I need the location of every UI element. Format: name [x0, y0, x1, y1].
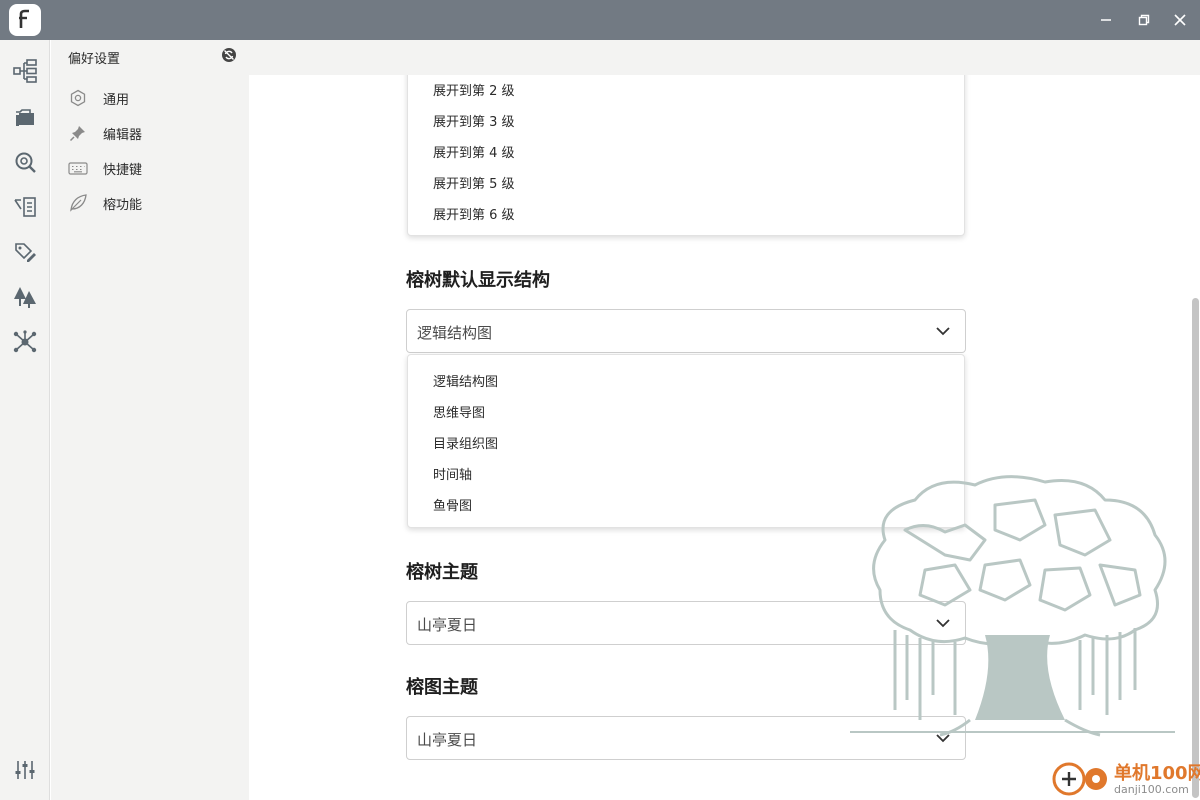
sync-icon: [222, 48, 236, 62]
expand-option[interactable]: 展开到第 6 级: [433, 204, 515, 223]
tree-theme-title: 榕树主题: [406, 562, 478, 583]
outline-tree-icon: [13, 59, 37, 83]
restore-icon: [1138, 14, 1150, 26]
watermark-url: danji100.com: [1114, 783, 1189, 796]
structure-option[interactable]: 鱼骨图: [433, 495, 472, 514]
minimize-button[interactable]: [1094, 8, 1118, 32]
search-refresh-icon: [15, 152, 36, 173]
select-value: 逻辑结构图: [417, 324, 493, 342]
forest-button[interactable]: [10, 282, 40, 312]
expand-option[interactable]: 展开到第 4 级: [433, 142, 515, 161]
expand-level-dropdown: 展开到第 2 级 展开到第 3 级 展开到第 4 级 展开到第 5 级 展开到第…: [407, 75, 965, 236]
watermark-logo-icon: [1052, 762, 1107, 796]
sliders-icon: [15, 761, 35, 779]
search-refresh-button[interactable]: [10, 147, 40, 177]
settings-content: 展开到第 2 级 展开到第 3 级 展开到第 4 级 展开到第 5 级 展开到第…: [249, 75, 1200, 800]
icon-rail: [0, 40, 50, 800]
default-structure-title: 榕树默认显示结构: [406, 270, 550, 291]
folders-icon: [16, 109, 34, 126]
default-structure-dropdown: 逻辑结构图 思维导图 目录组织图 时间轴 鱼骨图: [407, 354, 965, 528]
sliders-button[interactable]: [10, 755, 40, 785]
nav-item-editor[interactable]: 编辑器: [61, 118, 241, 148]
site-watermark: 单机100网 danji100.com: [1050, 757, 1200, 800]
graph-theme-title: 榕图主题: [406, 677, 478, 698]
doc-export-icon: [14, 197, 36, 217]
restore-button[interactable]: [1132, 8, 1156, 32]
doc-export-button[interactable]: [10, 192, 40, 222]
nav-item-rong-features[interactable]: 榕功能: [61, 188, 241, 218]
title-bar: [0, 0, 1200, 40]
scrollbar-thumb[interactable]: [1192, 298, 1199, 798]
sync-settings-button[interactable]: [220, 46, 238, 64]
app-logo: [9, 4, 41, 36]
chevron-down-icon: [936, 619, 950, 628]
nav-item-general[interactable]: 通用: [61, 83, 241, 113]
expand-option[interactable]: 展开到第 5 级: [433, 173, 515, 192]
structure-option[interactable]: 目录组织图: [433, 433, 498, 452]
select-value: 山亭夏日: [417, 616, 478, 634]
nav-item-label: 快捷键: [103, 162, 143, 178]
outline-tree-button[interactable]: [10, 56, 40, 86]
nav-item-label: 编辑器: [103, 127, 143, 143]
minimize-icon: [1101, 19, 1111, 21]
expand-option[interactable]: 展开到第 2 级: [433, 80, 515, 99]
app-logo-icon: [19, 9, 29, 28]
nav-item-shortcuts[interactable]: 快捷键: [61, 153, 241, 183]
nav-item-label: 榕功能: [103, 197, 143, 213]
chevron-down-icon: [936, 327, 950, 336]
select-value: 山亭夏日: [417, 731, 478, 749]
expand-option[interactable]: 展开到第 3 级: [433, 111, 515, 130]
content-header: [249, 40, 1200, 75]
leaf-icon: [67, 192, 89, 214]
structure-option[interactable]: 思维导图: [433, 402, 485, 421]
close-icon: [1174, 14, 1186, 26]
close-button[interactable]: [1168, 8, 1192, 32]
tag-edit-button[interactable]: [10, 237, 40, 267]
settings-sidebar: 偏好设置 通用 编辑器 快捷键 榕功能: [51, 40, 249, 800]
folders-button[interactable]: [10, 102, 40, 132]
watermark-title: 单机100网: [1114, 763, 1200, 784]
hexagon-settings-icon: [67, 87, 89, 109]
structure-option[interactable]: 逻辑结构图: [433, 371, 498, 390]
tree-theme-select[interactable]: 山亭夏日: [406, 601, 966, 645]
network-button[interactable]: [10, 327, 40, 357]
settings-title: 偏好设置: [68, 52, 121, 67]
graph-theme-select[interactable]: 山亭夏日: [406, 716, 966, 760]
default-structure-select[interactable]: 逻辑结构图: [406, 309, 966, 353]
network-icon: [13, 330, 37, 353]
pin-icon: [67, 122, 89, 144]
structure-option[interactable]: 时间轴: [433, 464, 472, 483]
keyboard-icon: [67, 157, 89, 179]
chevron-down-icon: [936, 734, 950, 743]
tag-edit-icon: [15, 243, 36, 262]
nav-item-label: 通用: [103, 92, 130, 108]
forest-icon: [14, 287, 36, 308]
